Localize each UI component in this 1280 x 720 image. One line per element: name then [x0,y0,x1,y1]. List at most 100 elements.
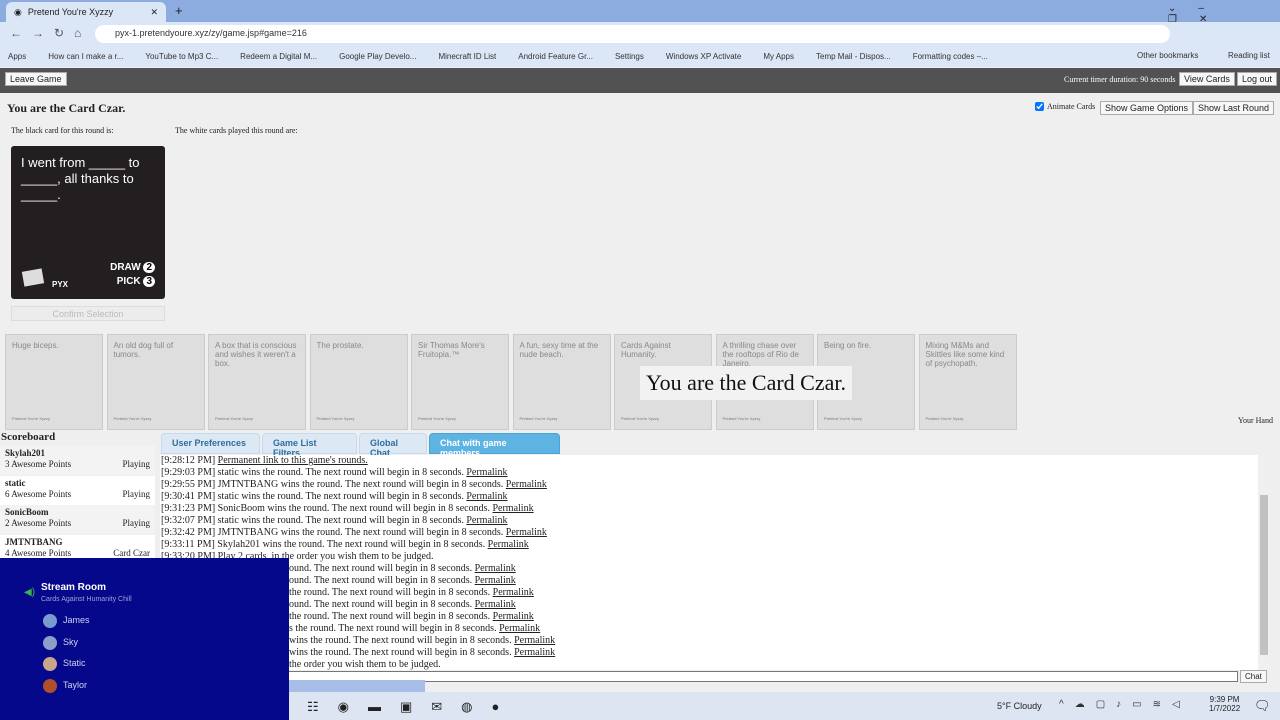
permalink[interactable]: Permalink [506,479,547,490]
pyx-cards-logo [21,268,45,287]
white-card-text: The prostate. [316,341,364,350]
permalink[interactable]: Permalink [506,527,547,538]
timer-text: Current timer duration: 90 seconds [1064,75,1176,84]
bookmark[interactable]: Windows XP Activate [666,52,741,61]
bookmark[interactable]: How can I make a r... [48,52,123,61]
chat-send-button[interactable]: Chat [1240,670,1267,683]
white-card-text: A box that is conscious and wishes it we… [215,341,297,368]
white-card[interactable]: The prostate. Pretend You're Xyzzy [309,334,408,430]
tab-user-preferences[interactable]: User Preferences [161,433,260,454]
permalink[interactable]: Permalink [492,503,533,514]
voice-room-name: Stream Room [41,582,107,593]
url-input[interactable]: pyx-1.pretendyoure.xyz/zy/game.jsp#game=… [95,25,1170,43]
white-card[interactable]: A box that is conscious and wishes it we… [208,334,306,430]
permalink[interactable]: Permalink [493,611,534,622]
pick-count: 3 [143,276,155,287]
white-card[interactable]: An old dog full of tumors. Pretend You're… [106,334,205,430]
scoreboard-row: static 6 Awesome Points Playing [0,475,155,505]
browser-tab[interactable]: ◉ Pretend You're Xyzzy ✕ [6,2,166,22]
animate-cards-toggle[interactable]: Animate Cards [1035,102,1095,111]
weather-text[interactable]: 5°F Cloudy [997,701,1042,711]
permalink[interactable]: Permalink [466,515,507,526]
close-tab-icon[interactable]: ✕ [150,7,158,18]
chat-scrollbar[interactable] [1258,455,1270,670]
bookmark[interactable]: Google Play Develo... [339,52,416,61]
nav-buttons-icon[interactable]: ←→↻⌂ [10,26,91,40]
notifications-icon[interactable]: 🗨 [1254,698,1271,714]
tab-global-chat[interactable]: Global Chat [359,433,427,458]
animate-cards-checkbox[interactable] [1035,102,1044,111]
new-tab-icon[interactable]: + [175,3,183,18]
tab-chat-with-game-members[interactable]: Chat with game members [429,433,560,458]
your-hand-label: Your Hand [1238,416,1273,425]
permalink[interactable]: Permalink [493,587,534,598]
card-footer-logo: Pretend You're Xyzzy [12,416,50,421]
bookmark[interactable]: Redeem a Digital M... [240,52,317,61]
member-name: Static [63,658,86,668]
white-card[interactable]: Sir Thomas More's Fruitopia.™ Pretend You… [411,334,509,430]
member-avatar [43,635,57,650]
permalink[interactable]: Permalink [514,635,555,646]
card-footer-logo: Pretend You're Xyzzy [925,416,964,421]
white-card-text: A thrilling chase over the rooftops of R… [722,341,800,368]
permalink[interactable]: Permanent link to this game's rounds. [218,455,368,466]
card-footer-logo: Pretend You're Xyzzy [215,416,253,421]
leave-game-button[interactable]: Leave Game [5,72,67,86]
tab-game-list-filters[interactable]: Game List Filters [262,433,357,458]
confirm-selection-button[interactable]: Confirm Selection [11,306,165,321]
chat-line: ound. The next round will begin in 8 sec… [289,599,516,610]
permalink[interactable]: Permalink [466,467,507,478]
permalink[interactable]: Permalink [499,623,540,634]
player-points: 2 Awesome Points [5,518,72,528]
permalink[interactable]: Permalink [475,575,516,586]
scoreboard-row: SonicBoom 2 Awesome Points Playing [0,505,155,534]
bookmark[interactable]: YouTube to Mp3 C... [145,52,218,61]
reading-list[interactable]: Reading list [1228,51,1270,60]
player-points: 6 Awesome Points [5,488,72,499]
black-card: I went from _____ to _____, all thanks t… [11,146,165,299]
permalink[interactable]: Permalink [514,647,555,658]
card-footer-logo: Pretend You're Xyzzy [722,416,761,421]
permalink[interactable]: Permalink [475,599,516,610]
white-card[interactable]: A fun, sexy time at the nude beach. Prete… [512,334,611,430]
white-card-text: Huge biceps. [12,341,59,350]
chat-line: [9:31:23 PM] SonicBoom wins the round. T… [161,503,534,514]
permalink[interactable]: Permalink [475,563,516,574]
bookmark[interactable]: Apps [8,52,26,61]
chat-line: [9:33:20 PM] Play 2 cards, in the order … [161,551,434,562]
chat-line: [9:28:12 PM] Permanent link to this game… [161,455,368,466]
card-footer-logo: Pretend You're Xyzzy [824,416,862,421]
card-footer-logo: Pretend You're Xyzzy [113,416,152,421]
logout-button[interactable]: Log out [1237,72,1278,86]
bookmark[interactable]: Android Feature Gr... [518,52,593,61]
show-game-options-button[interactable]: Show Game Options [1100,101,1194,115]
show-last-round-button[interactable]: Show Last Round [1193,101,1275,115]
bookmark[interactable]: Temp Mail - Dispos... [816,52,891,61]
tray-icons[interactable]: ^☁▢♪▭≋◁ [1059,699,1191,710]
permalink[interactable]: Permalink [488,539,529,550]
other-bookmarks[interactable]: Other bookmarks [1137,51,1198,60]
permalink[interactable]: Permalink [466,491,507,502]
bookmark[interactable]: Settings [615,52,644,61]
black-card-label: The black card for this round is: [11,126,114,135]
player-status: Playing [122,459,150,469]
bookmark[interactable]: Formatting codes –... [913,52,988,61]
bookmark[interactable]: Minecraft ID List [438,52,496,61]
voice-room-subtitle: Cards Against Humanity Chill [41,596,132,603]
white-card-text: Sir Thomas More's Fruitopia.™ [418,341,485,359]
chat-line: the round. The next round will begin in … [289,611,534,622]
bookmark[interactable]: My Apps [763,52,794,61]
taskbar-app-icons[interactable]: ☷◉▬▣✉◍● [307,699,518,715]
clock[interactable]: 9:39 PM 1/7/2022 [1209,695,1240,713]
card-footer-logo: Pretend You're Xyzzy [519,416,558,421]
chat-line: ound. The next round will begin in 8 sec… [289,563,516,574]
chat-line: [9:33:11 PM] Skylah201 wins the round. T… [161,539,529,550]
player-points: 3 Awesome Points [5,459,72,469]
white-card[interactable]: Huge biceps. Pretend You're Xyzzy [5,334,103,430]
chat-log: [9:28:12 PM] Permanent link to this game… [160,455,1258,670]
view-cards-button[interactable]: View Cards [1179,72,1235,86]
chat-line: [9:32:07 PM] static wins the round. The … [161,515,508,526]
member-name: James [63,615,90,625]
scoreboard-title: Scoreboard [1,431,56,443]
white-card[interactable]: Mixing M&Ms and Skittles like some kind … [918,334,1017,430]
